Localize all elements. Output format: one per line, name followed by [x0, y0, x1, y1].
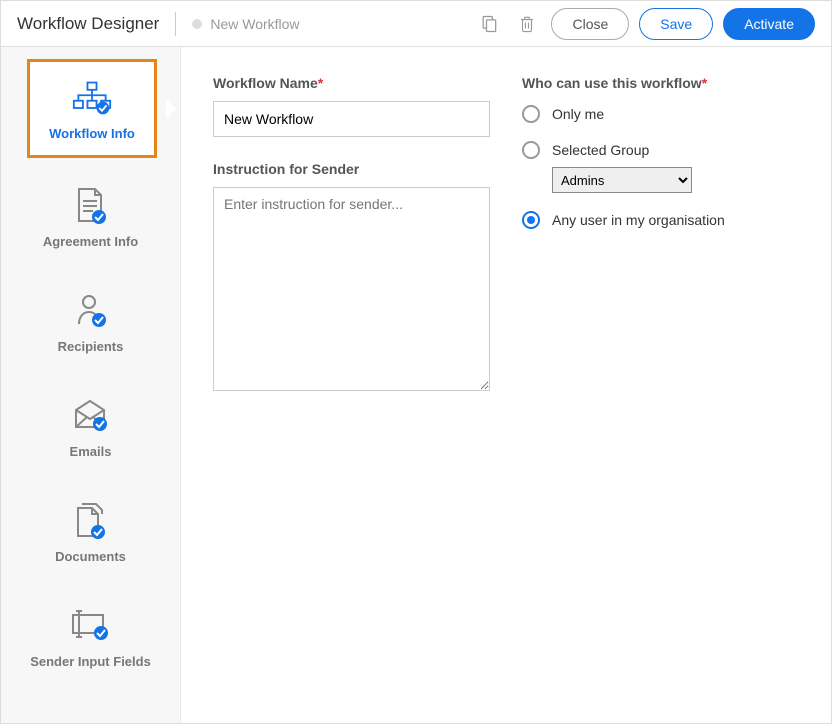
- required-star: *: [318, 75, 323, 91]
- workflow-name-label-text: Workflow Name: [213, 75, 318, 91]
- copy-icon[interactable]: [475, 10, 503, 38]
- body: Workflow Info Agreement Info Recipients …: [1, 47, 831, 723]
- sidebar: Workflow Info Agreement Info Recipients …: [1, 47, 181, 723]
- radio-only-me-label: Only me: [552, 106, 604, 122]
- who-can-use-label-text: Who can use this workflow: [522, 75, 702, 91]
- main-panel: Workflow Name* Instruction for Sender Wh…: [181, 47, 831, 723]
- select-group[interactable]: Admins: [552, 167, 692, 193]
- sidebar-item-label: Emails: [70, 444, 112, 459]
- radio-row-only-me[interactable]: Only me: [522, 105, 799, 123]
- documents-icon: [71, 503, 111, 539]
- sidebar-item-workflow-info[interactable]: Workflow Info: [27, 59, 157, 158]
- divider: [175, 12, 176, 36]
- sidebar-item-documents[interactable]: Documents: [1, 485, 180, 578]
- save-button[interactable]: Save: [639, 8, 713, 40]
- sidebar-item-label: Agreement Info: [43, 234, 138, 249]
- required-star: *: [702, 75, 707, 91]
- agreement-info-icon: [71, 188, 111, 224]
- header: Workflow Designer New Workflow Close Sav…: [1, 1, 831, 47]
- radio-group-who-can-use: Only me Selected Group Admins Any user i…: [522, 105, 799, 229]
- workflow-info-icon: [72, 80, 112, 116]
- sidebar-item-agreement-info[interactable]: Agreement Info: [1, 170, 180, 263]
- page-title: Workflow Designer: [17, 14, 159, 34]
- sidebar-item-label: Documents: [55, 549, 126, 564]
- col-right: Who can use this workflow* Only me Selec…: [522, 75, 799, 695]
- sidebar-item-label: Sender Input Fields: [30, 654, 151, 669]
- sender-input-fields-icon: [71, 608, 111, 644]
- instruction-textarea[interactable]: [213, 187, 490, 391]
- radio-any-user-label: Any user in my organisation: [552, 212, 725, 228]
- header-actions: Close Save Activate: [475, 8, 815, 40]
- radio-only-me[interactable]: [522, 105, 540, 123]
- who-can-use-label: Who can use this workflow*: [522, 75, 799, 91]
- sidebar-item-recipients[interactable]: Recipients: [1, 275, 180, 368]
- trash-icon[interactable]: [513, 10, 541, 38]
- workflow-name-label: Workflow Name*: [213, 75, 490, 91]
- radio-selected-group[interactable]: [522, 141, 540, 159]
- radio-row-any-user[interactable]: Any user in my organisation: [522, 211, 799, 229]
- radio-any-user[interactable]: [522, 211, 540, 229]
- breadcrumb-label: New Workflow: [210, 16, 299, 32]
- app-root: Workflow Designer New Workflow Close Sav…: [0, 0, 832, 724]
- recipients-icon: [71, 293, 111, 329]
- instruction-label: Instruction for Sender: [213, 161, 490, 177]
- radio-selected-group-label: Selected Group: [552, 142, 649, 158]
- activate-button[interactable]: Activate: [723, 8, 815, 40]
- sidebar-item-sender-input-fields[interactable]: Sender Input Fields: [1, 590, 180, 683]
- breadcrumb-dot-icon: [192, 19, 202, 29]
- emails-icon: [71, 398, 111, 434]
- workflow-name-input[interactable]: [213, 101, 490, 137]
- breadcrumb: New Workflow: [192, 16, 299, 32]
- close-button[interactable]: Close: [551, 8, 629, 40]
- sidebar-item-label: Workflow Info: [49, 126, 135, 141]
- radio-row-selected-group[interactable]: Selected Group: [522, 141, 799, 159]
- col-left: Workflow Name* Instruction for Sender: [213, 75, 490, 695]
- sidebar-item-emails[interactable]: Emails: [1, 380, 180, 473]
- sidebar-item-label: Recipients: [58, 339, 124, 354]
